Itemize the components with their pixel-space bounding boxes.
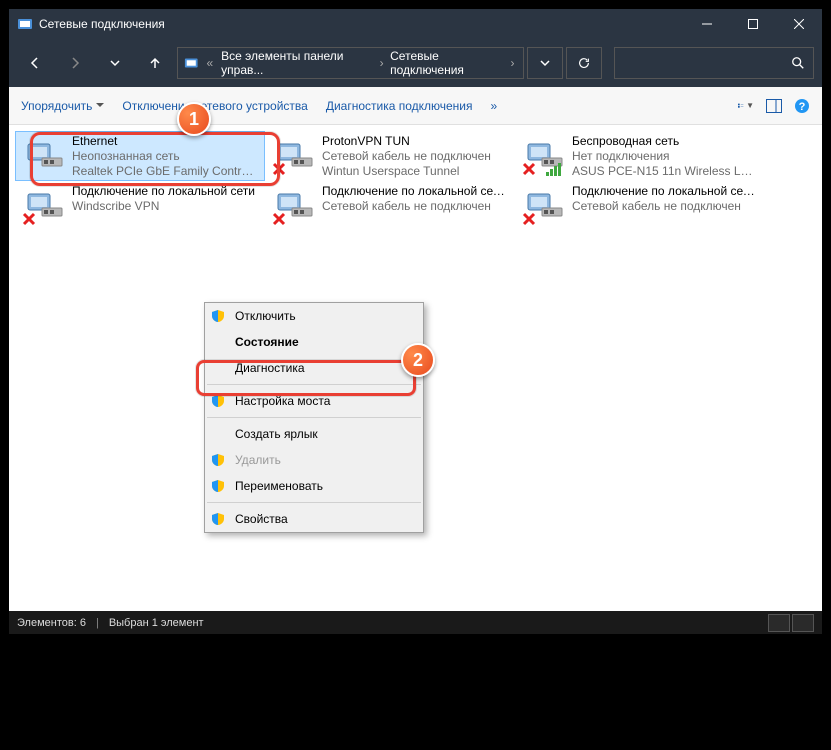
- status-count: Элементов: 6: [17, 617, 86, 629]
- ctx-shortcut[interactable]: Создать ярлык: [205, 421, 423, 447]
- connection-item[interactable]: ProtonVPN TUNСетевой кабель не подключен…: [265, 131, 515, 181]
- navigation-bar: « Все элементы панели управ... › Сетевые…: [9, 39, 822, 87]
- annotation-badge-2: 2: [401, 343, 435, 377]
- view-options-button[interactable]: ▼: [738, 98, 754, 114]
- connection-item[interactable]: Беспроводная сетьНет подключенияASUS PCE…: [515, 131, 765, 181]
- separator: |: [96, 617, 99, 629]
- connection-status: Нет подключения: [572, 149, 760, 164]
- svg-text:?: ?: [799, 101, 806, 113]
- connection-name: Подключение по локальной сети 3: [572, 184, 760, 199]
- overflow-button[interactable]: »: [491, 99, 498, 113]
- connection-item[interactable]: EthernetНеопознанная сетьRealtek PCIe Gb…: [15, 131, 265, 181]
- disconnected-x-icon: [522, 162, 536, 176]
- ctx-disable[interactable]: Отключить: [205, 303, 423, 329]
- preview-pane-button[interactable]: [766, 98, 782, 114]
- recent-button[interactable]: [97, 47, 133, 79]
- disconnected-x-icon: [22, 212, 36, 226]
- connection-status: Сетевой кабель не подключен: [322, 149, 510, 164]
- command-bar: Упорядочить Отключение сетевого устройст…: [9, 87, 822, 125]
- separator: [207, 384, 421, 385]
- connection-status: Сетевой кабель не подключен: [322, 199, 510, 214]
- forward-button[interactable]: [57, 47, 93, 79]
- disconnected-x-icon: [522, 212, 536, 226]
- ctx-status[interactable]: Состояние: [205, 329, 423, 355]
- connection-item[interactable]: Подключение по локальной сети 3Сетевой к…: [515, 181, 765, 231]
- status-selection: Выбран 1 элемент: [109, 617, 204, 629]
- disconnected-x-icon: [272, 162, 286, 176]
- context-menu: Отключить Состояние Диагностика Настройк…: [204, 302, 424, 533]
- titlebar[interactable]: Сетевые подключения: [9, 9, 822, 39]
- status-bar: Элементов: 6 | Выбран 1 элемент: [9, 611, 822, 634]
- refresh-button[interactable]: [566, 47, 602, 79]
- address-dropdown-button[interactable]: [527, 47, 563, 79]
- shield-icon: [211, 453, 225, 467]
- tiles-view-button[interactable]: [792, 614, 814, 632]
- connection-name: Подключение по локальной сети: [72, 184, 260, 199]
- connection-name: Ethernet: [72, 134, 260, 149]
- up-button[interactable]: [137, 47, 173, 79]
- minimize-button[interactable]: [684, 9, 730, 39]
- details-view-button[interactable]: [768, 614, 790, 632]
- ctx-rename[interactable]: Переименовать: [205, 473, 423, 499]
- chevron-right-icon[interactable]: ›: [508, 56, 517, 70]
- close-button[interactable]: [776, 9, 822, 39]
- disable-device-button[interactable]: Отключение сетевого устройства: [122, 99, 307, 113]
- shield-icon: [211, 512, 225, 526]
- connection-name: ProtonVPN TUN: [322, 134, 510, 149]
- network-adapter-icon: [24, 140, 64, 170]
- ctx-delete: Удалить: [205, 447, 423, 473]
- back-button[interactable]: [17, 47, 53, 79]
- chevron-right-icon[interactable]: ›: [377, 56, 386, 70]
- connection-status: Неопознанная сеть: [72, 149, 260, 164]
- connection-name: Подключение по локальной сети 2: [322, 184, 510, 199]
- shield-icon: [211, 479, 225, 493]
- connection-device: ASUS PCE-N15 11n Wireless LAN ...: [572, 164, 760, 178]
- diagnose-connection-button[interactable]: Диагностика подключения: [326, 99, 473, 113]
- connection-device: Wintun Userspace Tunnel: [322, 164, 510, 178]
- shield-icon: [211, 394, 225, 408]
- breadcrumb-item[interactable]: Сетевые подключения: [390, 49, 504, 77]
- ctx-diagnose[interactable]: Диагностика: [205, 355, 423, 381]
- search-box[interactable]: [614, 47, 814, 79]
- window-title: Сетевые подключения: [39, 17, 684, 31]
- separator: [207, 502, 421, 503]
- connection-item[interactable]: Подключение по локальной сети 2Сетевой к…: [265, 181, 515, 231]
- disconnected-x-icon: [272, 212, 286, 226]
- location-icon: [184, 55, 198, 71]
- maximize-button[interactable]: [730, 9, 776, 39]
- connection-device: Realtek PCIe GbE Family Controller: [72, 164, 260, 178]
- ctx-properties[interactable]: Свойства: [205, 506, 423, 532]
- search-icon: [791, 56, 805, 70]
- shield-icon: [211, 309, 225, 323]
- explorer-window: Сетевые подключения « Все элементы панел…: [8, 8, 823, 635]
- connection-name: Беспроводная сеть: [572, 134, 760, 149]
- app-icon: [17, 16, 33, 32]
- ctx-bridge[interactable]: Настройка моста: [205, 388, 423, 414]
- breadcrumb-item[interactable]: Все элементы панели управ...: [221, 49, 373, 77]
- breadcrumb-sep: «: [206, 56, 213, 70]
- connection-item[interactable]: Подключение по локальной сетиWindscribe …: [15, 181, 265, 231]
- help-button[interactable]: ?: [794, 98, 810, 114]
- wifi-signal-icon: [546, 163, 561, 176]
- annotation-badge-1: 1: [177, 102, 211, 136]
- connection-status: Windscribe VPN: [72, 199, 260, 214]
- address-bar[interactable]: « Все элементы панели управ... › Сетевые…: [177, 47, 524, 79]
- organize-menu[interactable]: Упорядочить: [21, 99, 104, 113]
- separator: [207, 417, 421, 418]
- connection-status: Сетевой кабель не подключен: [572, 199, 760, 214]
